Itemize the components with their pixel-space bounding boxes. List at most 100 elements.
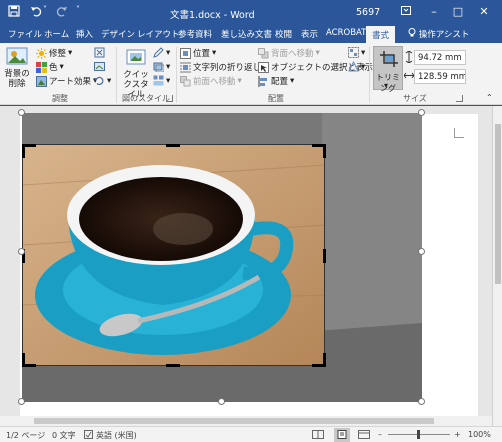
zoom-out-button[interactable]: – xyxy=(378,430,382,439)
bring-forward-icon xyxy=(180,75,191,87)
coffee-cup-photo xyxy=(23,145,324,365)
resize-handle-left[interactable] xyxy=(18,248,25,255)
reset-picture-button[interactable]: ▾ xyxy=(94,75,111,86)
group-separator xyxy=(369,47,370,103)
chevron-down-icon: ▾ xyxy=(315,48,320,58)
word-count[interactable]: 0 文字 xyxy=(52,430,76,441)
group-objects-button[interactable]: ▾ xyxy=(348,47,365,58)
resize-handle-top-right[interactable] xyxy=(418,109,425,116)
qa-customize-icon[interactable]: ˅ xyxy=(76,5,80,14)
tab-format[interactable]: 書式 xyxy=(366,26,396,43)
corrections-button[interactable]: 修整 ▾ xyxy=(36,47,72,59)
crop-handle-top-left[interactable] xyxy=(22,144,25,158)
crop-handle-right[interactable] xyxy=(323,249,326,263)
artistic-effects-button[interactable]: アート効果 ▾ xyxy=(36,75,97,87)
group-objects-icon xyxy=(348,47,359,58)
bring-forward-label: 前面へ移動 xyxy=(193,77,236,87)
collapse-ribbon-icon[interactable]: ⌃ xyxy=(486,93,493,102)
minimize-button[interactable]: – xyxy=(424,3,444,21)
zoom-level[interactable]: 100% xyxy=(468,430,491,439)
language[interactable]: 英語 (米国) xyxy=(96,430,137,441)
resize-handle-top-left[interactable] xyxy=(18,109,25,116)
wrap-text-button[interactable]: 文字列の折り返し ▾ xyxy=(180,61,267,73)
bring-forward-button[interactable]: 前面へ移動 ▾ xyxy=(180,75,242,87)
resize-handle-bottom[interactable] xyxy=(218,398,225,405)
tell-me-box[interactable]: 操作アシスト xyxy=(408,28,469,40)
proofing-icon[interactable] xyxy=(84,430,93,441)
chevron-down-icon: ▾ xyxy=(59,62,64,72)
crop-icon xyxy=(380,51,398,70)
tab-mailings[interactable]: 差し込み文書 xyxy=(221,28,272,40)
ribbon-tabs: ファイル ホーム 挿入 デザイン レイアウト 参考資料 差し込み文書 校閲 表示… xyxy=(0,26,502,43)
group-separator xyxy=(116,47,117,103)
tab-layout[interactable]: レイアウト xyxy=(137,28,180,40)
web-layout-icon[interactable] xyxy=(358,430,370,441)
height-input[interactable]: 94.72 mm xyxy=(414,50,466,65)
effects-icon xyxy=(153,61,165,73)
position-button[interactable]: 位置 ▾ xyxy=(180,47,216,59)
group-label-picture-styles: 図のスタイル xyxy=(122,94,170,103)
redo-icon[interactable] xyxy=(56,5,68,20)
chevron-down-icon: ▾ xyxy=(107,75,112,86)
remove-background-button[interactable]: 背景の削除 xyxy=(4,46,30,89)
reset-picture-icon xyxy=(94,75,105,86)
color-button[interactable]: 色 ▾ xyxy=(36,61,64,73)
undo-icon[interactable] xyxy=(30,5,42,20)
resize-handle-right[interactable] xyxy=(418,248,425,255)
zoom-in-button[interactable]: + xyxy=(454,430,461,439)
close-button[interactable]: ✕ xyxy=(474,3,494,21)
tab-references[interactable]: 参考資料 xyxy=(178,28,212,40)
vertical-scroll-thumb[interactable] xyxy=(495,124,501,284)
ribbon-display-icon[interactable] xyxy=(396,3,416,21)
dialog-launcher-icon[interactable] xyxy=(456,95,463,102)
horizontal-scroll-thumb[interactable] xyxy=(34,418,434,424)
compress-icon xyxy=(94,47,105,58)
change-picture-icon xyxy=(94,61,105,72)
crop-handle-top[interactable] xyxy=(166,144,180,147)
resize-handle-bottom-right[interactable] xyxy=(418,398,425,405)
tab-insert[interactable]: 挿入 xyxy=(76,28,93,40)
compress-pictures-button[interactable] xyxy=(94,47,105,58)
position-label: 位置 xyxy=(193,49,211,59)
user-name[interactable]: 5697 xyxy=(356,7,380,18)
picture-border-button[interactable]: ▾ xyxy=(153,47,170,58)
remove-background-icon xyxy=(6,47,28,69)
tab-review[interactable]: 校閲 xyxy=(275,28,292,40)
width-input[interactable]: 128.59 mm xyxy=(414,69,466,84)
color-label: 色 xyxy=(49,63,58,73)
layout-icon xyxy=(153,75,164,86)
zoom-slider-thumb[interactable] xyxy=(417,430,420,439)
rotate-button[interactable]: ▾ xyxy=(348,60,365,72)
picture[interactable] xyxy=(22,144,325,366)
crop-handle-bottom-left[interactable] xyxy=(22,353,25,367)
chevron-down-icon: ▾ xyxy=(166,75,171,86)
tab-design[interactable]: デザイン xyxy=(101,28,135,40)
chevron-down-icon: ▾ xyxy=(68,48,73,58)
tab-acrobat[interactable]: ACROBAT xyxy=(326,28,366,38)
maximize-button[interactable]: □ xyxy=(448,3,468,21)
send-backward-button[interactable]: 背面へ移動 ▾ xyxy=(258,47,320,59)
align-button[interactable]: 配置 ▾ xyxy=(258,75,294,87)
page-count[interactable]: 1/2 ページ xyxy=(6,430,45,441)
corrections-label: 修整 xyxy=(49,49,67,59)
change-picture-button[interactable] xyxy=(94,61,105,72)
crop-handle-bottom-right[interactable] xyxy=(323,353,326,367)
print-layout-icon[interactable] xyxy=(334,428,350,442)
crop-handle-top-right[interactable] xyxy=(323,144,326,158)
chevron-down-icon: ▾ xyxy=(361,47,366,58)
tab-view[interactable]: 表示 xyxy=(301,28,318,40)
vertical-scrollbar[interactable] xyxy=(492,106,502,426)
crop-handle-bottom[interactable] xyxy=(166,364,180,367)
crop-button[interactable]: トリミング ▾ xyxy=(373,46,403,93)
dialog-launcher-icon[interactable] xyxy=(166,95,173,102)
picture-layout-button[interactable]: ▾ xyxy=(153,75,170,86)
picture-effects-button[interactable]: ▾ xyxy=(153,61,170,73)
save-icon[interactable] xyxy=(8,5,20,20)
tab-home[interactable]: ホーム xyxy=(44,28,69,40)
horizontal-scrollbar[interactable] xyxy=(0,416,492,426)
resize-handle-bottom-left[interactable] xyxy=(18,398,25,405)
title-bar: ˅ ˅ 文書1.docx - Word 5697 – □ ✕ xyxy=(0,0,502,26)
read-mode-icon[interactable] xyxy=(312,430,324,441)
undo-menu-icon[interactable]: ˅ xyxy=(43,5,47,14)
tab-file[interactable]: ファイル xyxy=(8,28,42,40)
